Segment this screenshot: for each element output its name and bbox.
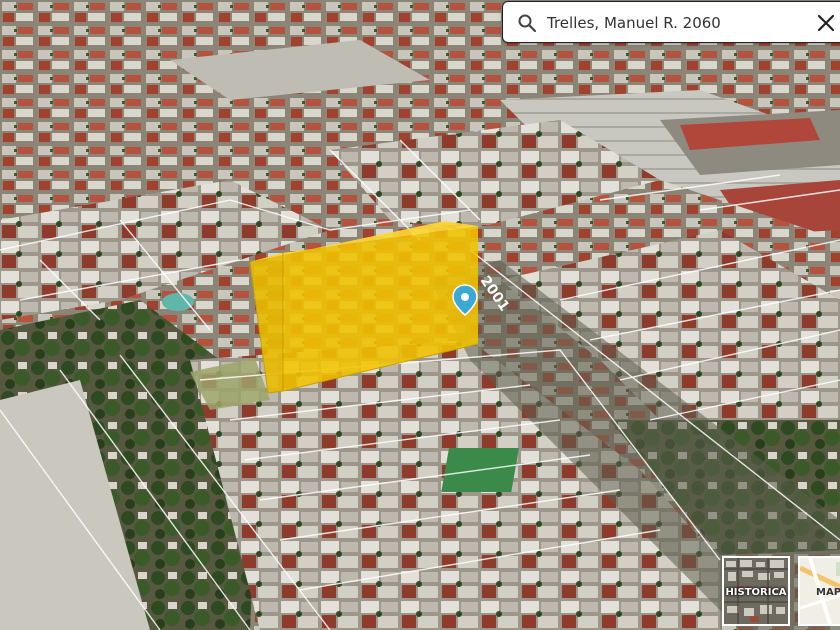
address-search-bar[interactable] (502, 1, 840, 43)
map-layer-label: MAP (816, 587, 840, 598)
satellite-3d-map[interactable]: 2001 (0, 0, 840, 630)
search-icon (518, 14, 537, 33)
map-layer-toggle[interactable]: MAP (798, 556, 840, 626)
historic-layer-label: HISTORICA (725, 587, 787, 598)
search-input[interactable] (547, 10, 797, 36)
historic-imagery-toggle[interactable]: HISTORICA (722, 556, 790, 626)
map-viewer: 2001 Trelles, Manuel R. 2060 HISTORICA M… (0, 0, 840, 630)
close-icon[interactable] (815, 12, 837, 34)
